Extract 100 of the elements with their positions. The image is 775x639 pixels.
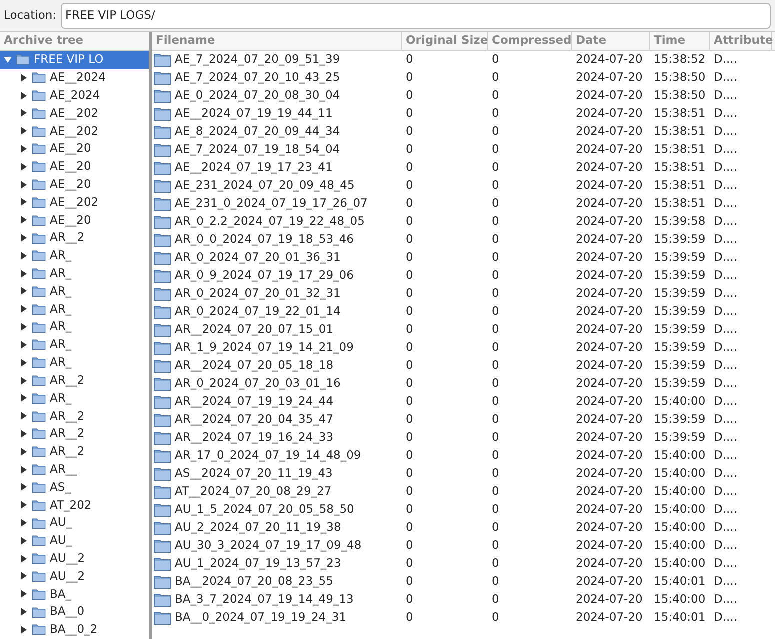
filename-cell[interactable]: AE_0_2024_07_20_08_30_04: [175, 87, 340, 105]
filename-cell[interactable]: AU_1_5_2024_07_20_05_58_50: [175, 501, 354, 519]
collapsed-arrow-icon[interactable]: [20, 519, 28, 528]
filename-cell[interactable]: BA_3_7_2024_07_19_14_49_13: [175, 591, 354, 609]
filename-cell[interactable]: AR__2024_07_19_16_24_33: [175, 429, 334, 447]
collapsed-arrow-icon[interactable]: [20, 590, 28, 598]
tree-item[interactable]: AE__20: [0, 176, 149, 194]
tree-item[interactable]: AE_2024: [0, 86, 149, 104]
tree-item[interactable]: AU__2: [0, 550, 149, 568]
tree-item[interactable]: AR__2: [0, 442, 149, 461]
collapsed-arrow-icon[interactable]: [20, 394, 28, 402]
filename-cell[interactable]: AR_0_2024_07_20_01_36_31: [175, 249, 341, 267]
collapsed-arrow-icon[interactable]: [20, 109, 28, 118]
collapsed-arrow-icon[interactable]: [20, 270, 28, 278]
collapsed-arrow-icon[interactable]: [20, 412, 28, 420]
filename-cell[interactable]: AR_0_0_2024_07_19_18_53_46: [175, 231, 354, 249]
filename-cell[interactable]: AT__2024_07_20_08_29_27: [175, 483, 332, 501]
tree-item[interactable]: AT_202: [0, 496, 149, 514]
tree-item[interactable]: BA__0_2: [0, 621, 149, 639]
collapsed-arrow-icon[interactable]: [20, 501, 28, 510]
tree-item[interactable]: AR_: [0, 318, 149, 336]
collapsed-arrow-icon[interactable]: [20, 430, 28, 438]
collapsed-arrow-icon[interactable]: [20, 144, 28, 153]
tree-item[interactable]: AR_: [0, 282, 149, 300]
filename-cell[interactable]: AE_7_2024_07_20_10_43_25: [175, 69, 340, 87]
tree-item[interactable]: AR_: [0, 246, 149, 265]
collapsed-arrow-icon[interactable]: [20, 608, 28, 616]
collapsed-arrow-icon[interactable]: [20, 216, 28, 224]
collapsed-arrow-icon[interactable]: [20, 287, 28, 296]
collapsed-arrow-icon[interactable]: [20, 466, 28, 474]
collapsed-arrow-icon[interactable]: [20, 305, 28, 314]
filename-cell[interactable]: AE_7_2024_07_20_09_51_39: [175, 51, 340, 69]
collapsed-arrow-icon[interactable]: [20, 626, 28, 634]
filename-cell[interactable]: AR__2024_07_20_04_35_47: [175, 411, 334, 429]
collapsed-arrow-icon[interactable]: [20, 74, 28, 82]
filename-cell[interactable]: AR__2024_07_20_07_15_01: [175, 321, 334, 339]
tree-item[interactable]: AR_: [0, 389, 149, 408]
collapsed-arrow-icon[interactable]: [20, 536, 28, 545]
collapsed-arrow-icon[interactable]: [20, 340, 28, 349]
filename-cell[interactable]: AE__2024_07_19_19_44_11: [175, 105, 333, 123]
tree-item[interactable]: FREE VIP LO: [0, 51, 149, 69]
collapsed-arrow-icon[interactable]: [20, 252, 28, 260]
filename-cell[interactable]: AE_8_2024_07_20_09_44_34: [175, 123, 340, 141]
tree-item[interactable]: AE__2024: [0, 68, 149, 87]
folder-icon: [32, 72, 46, 84]
filename-cell[interactable]: BA__0_2024_07_19_19_24_31: [175, 609, 347, 627]
tree-item[interactable]: AR__: [0, 460, 149, 478]
filename-cell[interactable]: AR__2024_07_19_19_24_44: [175, 393, 334, 411]
filename-cell[interactable]: AR_1_9_2024_07_19_14_21_09: [175, 339, 354, 357]
tree-item[interactable]: AE__202: [0, 122, 149, 140]
filename-cell[interactable]: AE_7_2024_07_19_18_54_04: [175, 141, 340, 159]
collapsed-arrow-icon[interactable]: [20, 234, 28, 242]
filename-cell[interactable]: AU_30_3_2024_07_19_17_09_48: [175, 537, 362, 555]
filename-cell[interactable]: AE_231_2024_07_20_09_48_45: [175, 177, 355, 195]
collapsed-arrow-icon[interactable]: [20, 483, 28, 492]
collapsed-arrow-icon[interactable]: [20, 572, 28, 580]
collapsed-arrow-icon[interactable]: [20, 376, 28, 385]
collapsed-arrow-icon[interactable]: [20, 323, 28, 332]
tree-item[interactable]: AE__202: [0, 104, 149, 122]
filename-cell[interactable]: AR_0_2024_07_20_03_01_16: [175, 375, 341, 393]
tree-item[interactable]: AU_: [0, 514, 149, 532]
filename-cell[interactable]: AR_17_0_2024_07_19_14_48_09: [175, 447, 362, 465]
tree-item[interactable]: AR_: [0, 354, 149, 372]
filename-cell[interactable]: AR_0_2024_07_19_22_01_14: [175, 303, 341, 321]
collapsed-arrow-icon[interactable]: [20, 127, 28, 136]
filename-cell[interactable]: AR_0_2024_07_20_01_32_31: [175, 285, 341, 303]
collapsed-arrow-icon[interactable]: [20, 162, 28, 171]
tree-item[interactable]: AE__202: [0, 194, 149, 212]
filename-cell[interactable]: AE_231_0_2024_07_19_17_26_07: [175, 195, 368, 213]
filename-cell[interactable]: BA__2024_07_20_08_23_55: [175, 573, 334, 591]
filename-cell[interactable]: AU_2_2024_07_20_11_19_38: [175, 519, 342, 537]
tree-item[interactable]: AR__2: [0, 407, 149, 426]
collapsed-arrow-icon[interactable]: [20, 92, 28, 100]
filename-cell[interactable]: AU_1_2024_07_19_13_57_23: [175, 555, 342, 573]
tree-item[interactable]: AR__2: [0, 229, 149, 247]
collapsed-arrow-icon[interactable]: [20, 554, 28, 563]
tree-item[interactable]: AR_: [0, 300, 149, 318]
tree-item[interactable]: AR__2: [0, 425, 149, 443]
tree-item[interactable]: BA__0: [0, 603, 149, 621]
tree-item[interactable]: AE__20: [0, 158, 149, 176]
filename-cell[interactable]: AR_0_9_2024_07_19_17_29_06: [175, 267, 354, 285]
location-field[interactable]: FREE VIP LOGS/: [60, 2, 771, 28]
collapsed-arrow-icon[interactable]: [20, 358, 28, 367]
tree-item[interactable]: AE__20: [0, 211, 149, 230]
tree-item[interactable]: AS_: [0, 478, 149, 496]
tree-item[interactable]: AR_: [0, 264, 149, 283]
filename-cell[interactable]: AE__2024_07_19_17_23_41: [175, 159, 333, 177]
filename-cell[interactable]: AS__2024_07_20_11_19_43: [175, 465, 333, 483]
collapsed-arrow-icon[interactable]: [20, 448, 28, 456]
tree-item[interactable]: AE__20: [0, 140, 149, 158]
tree-item[interactable]: BA_: [0, 585, 149, 604]
filename-cell[interactable]: AR_0_2.2_2024_07_19_22_48_05: [175, 213, 365, 231]
tree-item[interactable]: AU__2: [0, 568, 149, 586]
collapsed-arrow-icon[interactable]: [20, 180, 28, 189]
tree-item[interactable]: AR_: [0, 336, 149, 354]
filename-cell[interactable]: AR__2024_07_20_05_18_18: [175, 357, 334, 375]
tree-item[interactable]: AR__2: [0, 372, 149, 390]
expanded-arrow-icon[interactable]: [4, 56, 12, 64]
tree-item[interactable]: AU_: [0, 532, 149, 550]
collapsed-arrow-icon[interactable]: [20, 198, 28, 206]
